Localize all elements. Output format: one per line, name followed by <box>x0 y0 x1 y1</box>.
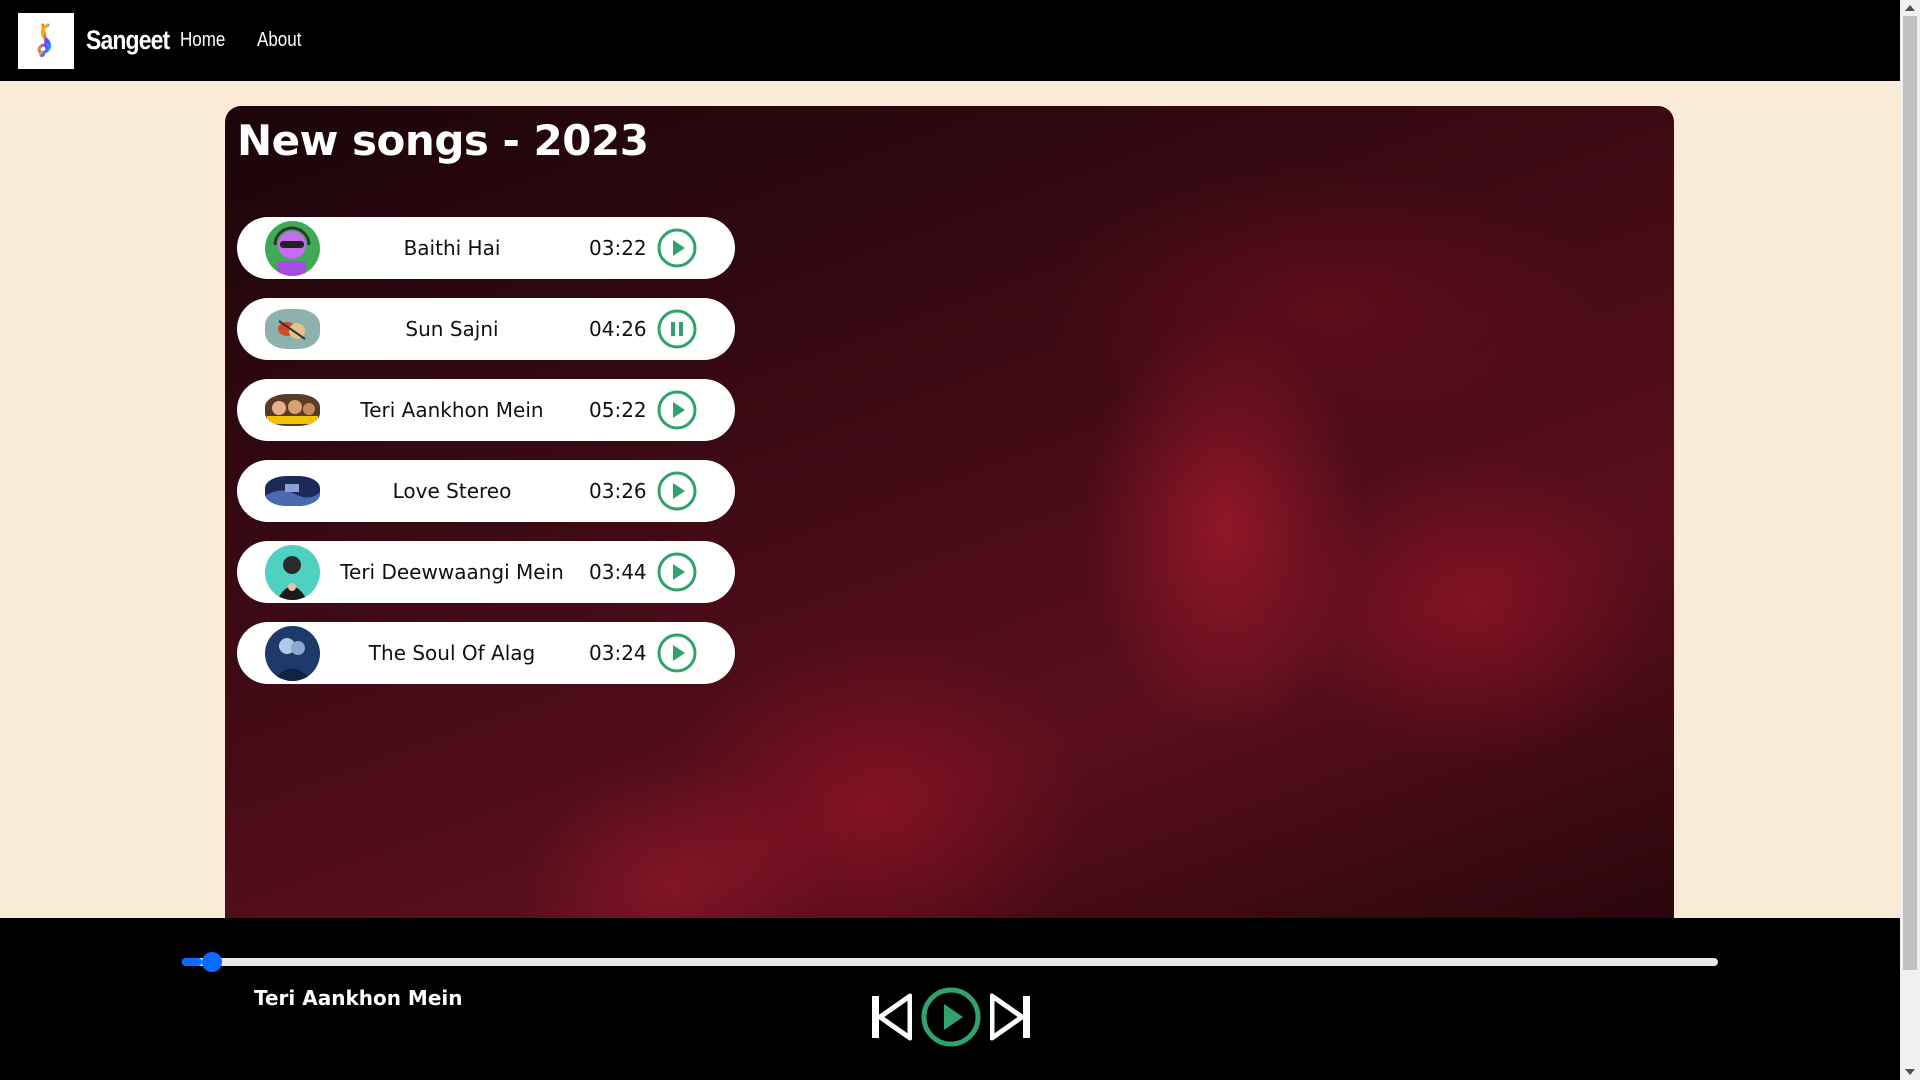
song-duration: 03:26 <box>589 479 647 503</box>
song-thumbnail <box>265 544 320 600</box>
progress-knob[interactable] <box>201 952 222 972</box>
page-scrollbar[interactable] <box>1900 0 1920 1080</box>
progress-bar[interactable] <box>182 952 1718 972</box>
pause-icon[interactable] <box>656 308 698 350</box>
logo[interactable] <box>18 12 74 69</box>
song-thumbnail <box>265 625 320 681</box>
play-icon[interactable] <box>656 227 698 269</box>
song-name: Sun Sajni <box>405 317 499 341</box>
play-icon[interactable] <box>656 389 698 431</box>
bottom-player: Teri Aankhon Mein <box>0 918 1900 1080</box>
play-icon[interactable] <box>656 470 698 512</box>
progress-fill <box>182 958 202 966</box>
song-item[interactable]: The Soul Of Alag 03:24 <box>237 622 735 684</box>
song-name: Baithi Hai <box>403 236 501 260</box>
song-thumbnail <box>265 309 320 349</box>
scroll-thumb[interactable] <box>1903 16 1917 970</box>
song-item[interactable]: Love Stereo 03:26 <box>237 460 735 522</box>
page-title: New songs - 2023 <box>237 116 649 165</box>
song-thumbnail <box>265 476 320 506</box>
song-thumbnail <box>265 394 320 426</box>
scroll-down-icon[interactable] <box>1905 1069 1915 1075</box>
song-name: Love Stereo <box>392 479 512 503</box>
song-duration: 04:26 <box>589 317 647 341</box>
songs-panel: New songs - 2023 Baithi Hai 03:22 Sun Sa… <box>225 106 1674 918</box>
song-duration: 03:44 <box>589 560 647 584</box>
brand-name[interactable]: Sangeet <box>86 25 170 56</box>
music-note-logo-icon <box>37 23 52 57</box>
now-playing-title: Teri Aankhon Mein <box>254 986 463 1010</box>
next-icon[interactable] <box>990 992 1032 1042</box>
nav-links: Home About <box>180 29 310 52</box>
song-duration: 03:24 <box>589 641 647 665</box>
play-icon[interactable] <box>920 986 982 1048</box>
song-duration: 03:22 <box>589 236 647 260</box>
scroll-up-icon[interactable] <box>1905 5 1915 11</box>
song-item[interactable]: Sun Sajni 04:26 <box>237 298 735 360</box>
song-list: Baithi Hai 03:22 Sun Sajni 04:26 Teri Aa… <box>237 217 735 703</box>
song-duration: 05:22 <box>589 398 647 422</box>
nav-link-about[interactable]: About <box>257 29 301 52</box>
play-icon[interactable] <box>656 632 698 674</box>
previous-icon[interactable] <box>870 992 912 1042</box>
top-navbar: Sangeet Home About <box>0 0 1900 81</box>
player-controls <box>870 986 1032 1048</box>
song-name: Teri Deewwaangi Mein <box>340 560 564 584</box>
song-thumbnail <box>265 220 320 276</box>
song-name: The Soul Of Alag <box>368 641 536 665</box>
song-item[interactable]: Teri Aankhon Mein 05:22 <box>237 379 735 441</box>
song-name: Teri Aankhon Mein <box>360 398 544 422</box>
song-item[interactable]: Baithi Hai 03:22 <box>237 217 735 279</box>
play-icon[interactable] <box>656 551 698 593</box>
song-item[interactable]: Teri Deewwaangi Mein 03:44 <box>237 541 735 603</box>
nav-link-home[interactable]: Home <box>180 29 225 52</box>
